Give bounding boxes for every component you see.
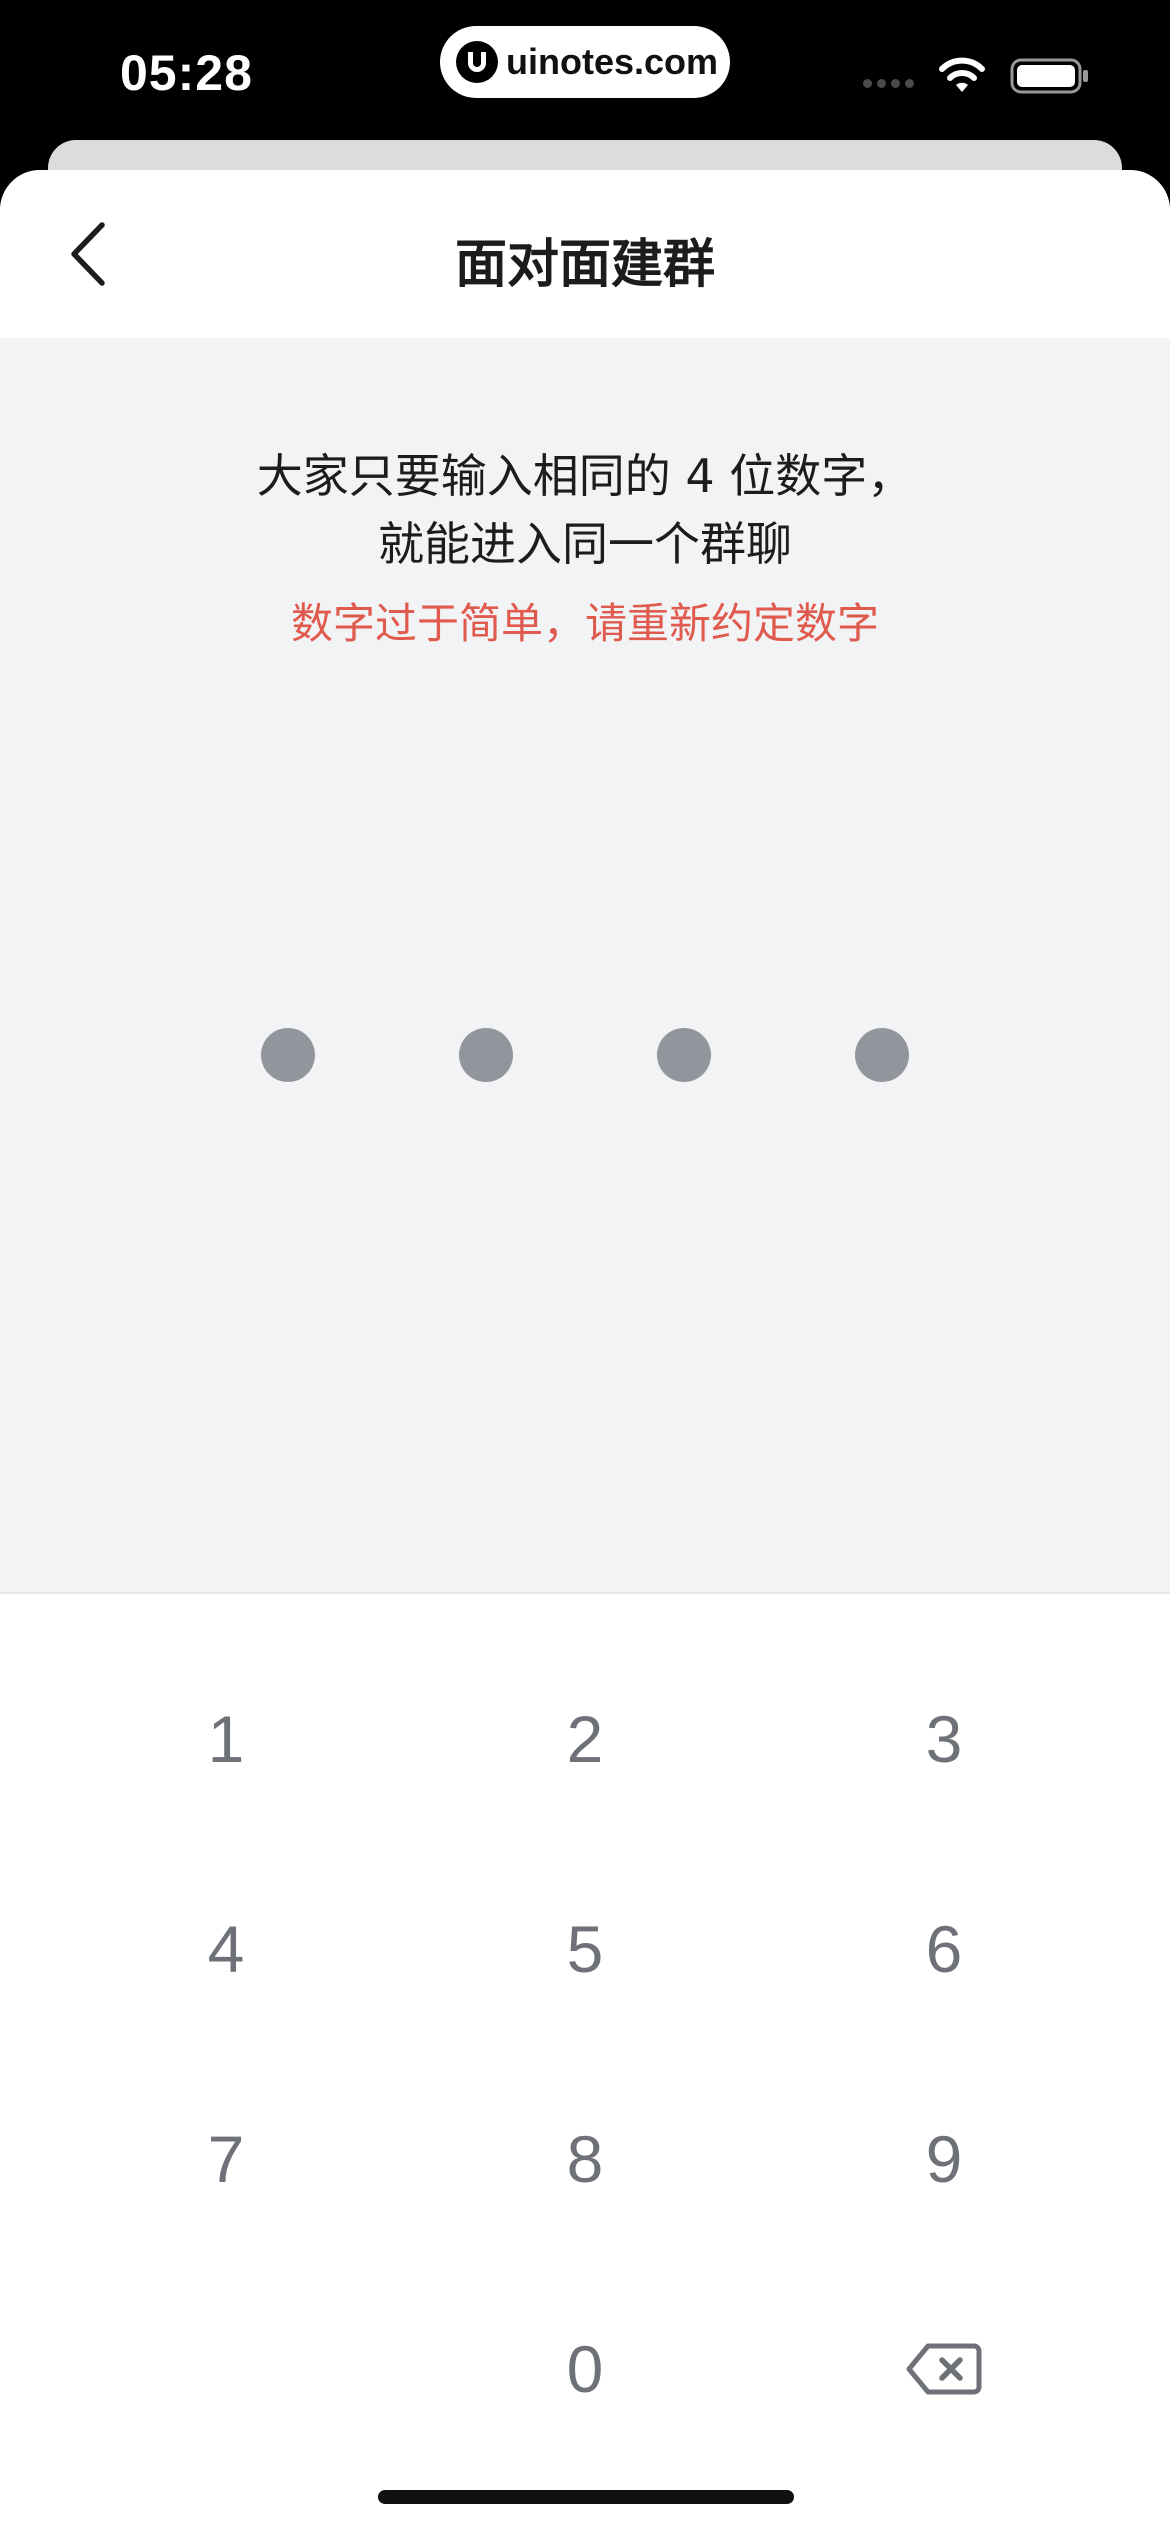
key-3[interactable]: 3 <box>794 1664 1094 1814</box>
url-pill[interactable]: uinotes.com <box>440 26 730 98</box>
key-9[interactable]: 9 <box>794 2084 1094 2234</box>
key-4[interactable]: 4 <box>76 1874 376 2024</box>
pin-dots <box>0 1028 1170 1084</box>
key-6[interactable]: 6 <box>794 1874 1094 2024</box>
key-1[interactable]: 1 <box>76 1664 376 1814</box>
signal-dots-icon <box>863 78 914 88</box>
key-0[interactable]: 0 <box>435 2294 735 2444</box>
status-time: 05:28 <box>120 45 253 101</box>
nav-bar: 面对面建群 <box>0 170 1170 338</box>
face-to-face-group-sheet: 面对面建群 大家只要输入相同的 4 位数字， 就能进入同一个群聊 数字过于简单，… <box>0 170 1170 2532</box>
pin-dot <box>855 1028 909 1082</box>
battery-icon <box>1010 58 1088 94</box>
pin-dot <box>657 1028 711 1082</box>
status-icons <box>863 56 1090 96</box>
url-text: uinotes.com <box>506 41 719 82</box>
site-logo-icon <box>456 41 498 83</box>
key-2[interactable]: 2 <box>435 1664 735 1814</box>
delete-button[interactable] <box>794 2294 1094 2444</box>
pin-dot <box>459 1028 513 1082</box>
pin-dot <box>261 1028 315 1082</box>
key-5[interactable]: 5 <box>435 1874 735 2024</box>
status-bar: 05:28 uinotes.com <box>0 0 1170 140</box>
instruction-line-2: 就能进入同一个群聊 <box>378 517 792 571</box>
key-7[interactable]: 7 <box>76 2084 376 2234</box>
home-indicator[interactable] <box>378 2490 794 2504</box>
wifi-icon <box>939 57 985 92</box>
backspace-icon <box>906 2343 982 2395</box>
error-message: 数字过于简单，请重新约定数字 <box>290 599 879 648</box>
instruction-line-1: 大家只要输入相同的 4 位数字， <box>256 449 914 503</box>
key-8[interactable]: 8 <box>435 2084 735 2234</box>
page-title: 面对面建群 <box>454 235 715 295</box>
pin-entry-area: 大家只要输入相同的 4 位数字， 就能进入同一个群聊 数字过于简单，请重新约定数… <box>0 338 1170 1594</box>
number-keypad: 1 2 3 4 5 6 7 8 9 0 <box>0 1596 1170 2532</box>
